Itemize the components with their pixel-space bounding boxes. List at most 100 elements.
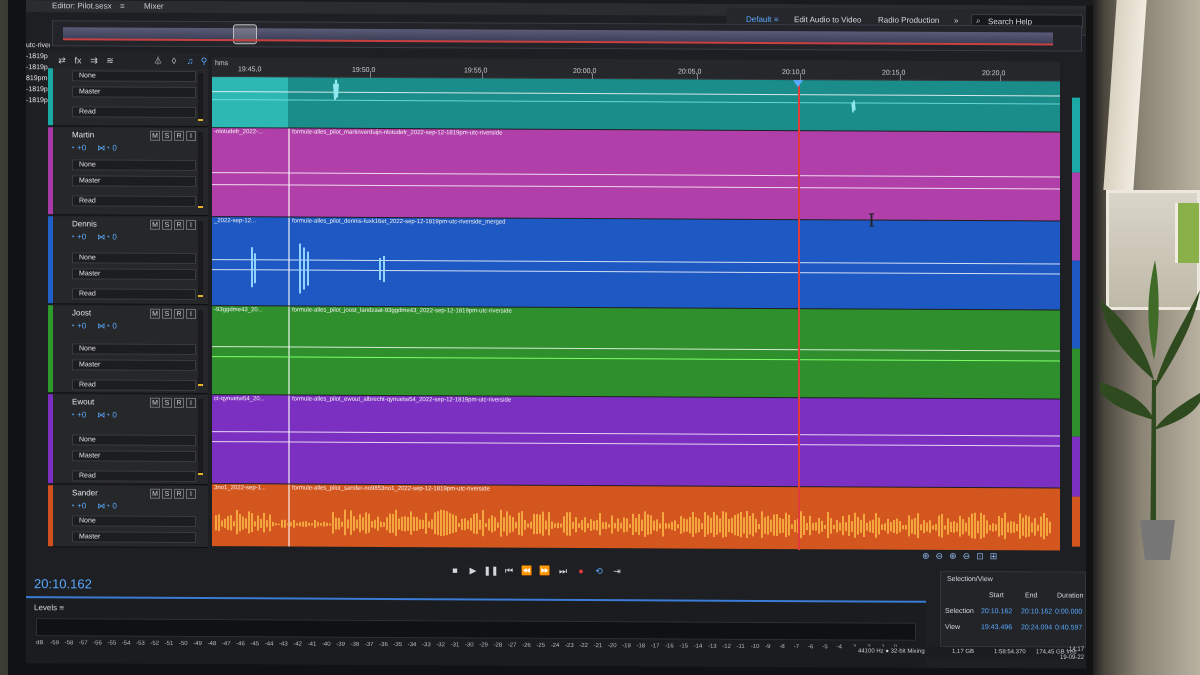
selection-start[interactable]: 20:10.162 xyxy=(981,608,1012,615)
record-arm-button[interactable]: R xyxy=(174,219,184,230)
solo-button[interactable]: S xyxy=(162,488,172,499)
zoom-full-icon[interactable]: ⊡ xyxy=(976,551,990,561)
input-monitor-button[interactable]: I xyxy=(186,308,196,319)
track-color-scroll[interactable] xyxy=(1072,97,1080,548)
track-header-joost[interactable]: Joost MSRI ◔ +0 ⋈◔ 0 None Master Read xyxy=(48,305,208,395)
volume-knob[interactable]: ◔ +0 ⋈◔ 0 xyxy=(70,232,117,241)
output-select[interactable]: Master xyxy=(72,359,196,371)
file-item[interactable]: -1819pm xyxy=(26,84,50,95)
go-to-start-icon[interactable]: ⏮ xyxy=(500,566,518,577)
file-item[interactable]: 819pm-u xyxy=(26,73,50,84)
track-lane-joost[interactable]: -93ggdme43_20... formule-alles_pilot_joo… xyxy=(212,306,1060,399)
metronome-icon[interactable]: ⏃ xyxy=(152,55,164,67)
session-overview[interactable] xyxy=(52,20,1082,52)
solo-button[interactable]: S xyxy=(162,308,172,319)
output-select[interactable]: Master xyxy=(72,86,196,98)
input-monitor-button[interactable]: I xyxy=(186,488,196,499)
effects-icon[interactable]: fx xyxy=(72,54,84,66)
zoom-out-amplitude-icon[interactable]: ⊖ xyxy=(936,551,950,561)
track-header-sander[interactable]: Sander MSRI ◔ +0 ⋈◔ 0 None Master xyxy=(48,485,208,549)
pause-icon[interactable]: ❚❚ xyxy=(482,565,500,576)
volume-knob[interactable]: ◔ +0 ⋈◔ 0 xyxy=(70,501,117,510)
mute-button[interactable]: M xyxy=(150,130,160,141)
solo-button[interactable]: S xyxy=(162,219,172,230)
track-header-dennis[interactable]: Dennis MSRI ◔ +0 ⋈◔ 0 None Master Read xyxy=(48,216,208,306)
go-to-end-icon[interactable]: ⏭ xyxy=(554,566,572,577)
view-duration[interactable]: 0:40.597 xyxy=(1055,624,1082,631)
track-name[interactable]: Ewout xyxy=(72,397,94,406)
zoom-in-amplitude-icon[interactable]: ⊕ xyxy=(922,551,936,561)
file-item[interactable]: -1819pm xyxy=(26,62,50,73)
track-header-1[interactable]: None Master Read xyxy=(48,68,208,128)
workspace-menu-icon[interactable]: ≡ xyxy=(774,15,779,24)
input-monitor-button[interactable]: I xyxy=(186,397,196,408)
mixer-tab[interactable]: Mixer xyxy=(144,2,164,11)
playhead[interactable] xyxy=(798,80,800,551)
track-header-martin[interactable]: Martin MSRI ◔ +0 ⋈◔ 0 None Master Read xyxy=(48,127,208,217)
track-name[interactable]: Sander xyxy=(72,488,98,497)
output-select[interactable]: Master xyxy=(72,175,196,187)
track-lane-ewout[interactable]: ct-qynuetw54_20... formule-alles_pilot_e… xyxy=(212,395,1060,488)
input-output-icon[interactable]: ⇄ xyxy=(56,54,68,66)
mute-button[interactable]: M xyxy=(150,397,160,408)
view-end[interactable]: 20:24.094 xyxy=(1021,624,1052,631)
zoom-selection-icon[interactable]: ⊞ xyxy=(990,551,1004,561)
play-icon[interactable]: ▶ xyxy=(464,565,482,576)
input-select[interactable]: None xyxy=(72,515,196,527)
file-item[interactable]: -1819pm xyxy=(26,95,50,106)
volume-envelope[interactable] xyxy=(212,346,1060,352)
output-select[interactable]: Master xyxy=(72,450,196,462)
rewind-icon[interactable]: ⏪ xyxy=(518,566,536,577)
workspace-tab-default[interactable]: Default xyxy=(746,15,771,24)
record-arm-button[interactable]: R xyxy=(174,488,184,499)
input-select[interactable]: None xyxy=(72,343,196,355)
automation-mode-select[interactable]: Read xyxy=(72,470,196,482)
hamburger-icon[interactable]: ≡ xyxy=(59,603,64,612)
hamburger-icon[interactable]: ≡ xyxy=(120,2,125,11)
stop-icon[interactable]: ■ xyxy=(446,565,464,575)
track-lane-martin[interactable]: -nlotudefr_2022-... formule-alles_pilot_… xyxy=(212,128,1060,221)
pan-envelope[interactable] xyxy=(212,184,1060,190)
pan-envelope[interactable] xyxy=(212,356,1060,362)
volume-knob[interactable]: ◔ +0 ⋈◔ 0 xyxy=(70,321,117,330)
eq-icon[interactable]: ≋ xyxy=(104,55,116,67)
volume-knob[interactable]: ◔ +0 ⋈◔ 0 xyxy=(70,410,117,419)
solo-button[interactable]: S xyxy=(162,397,172,408)
view-start[interactable]: 19:43.496 xyxy=(981,624,1012,631)
track-name[interactable]: Martin xyxy=(72,130,94,139)
zoom-in-time-icon[interactable]: ⊕ xyxy=(949,551,963,561)
sends-icon[interactable]: ⇉ xyxy=(88,54,100,66)
pin-icon[interactable]: ⚲ xyxy=(198,55,210,67)
mute-button[interactable]: M xyxy=(150,488,160,499)
track-header-ewout[interactable]: Ewout MSRI ◔ +0 ⋈◔ 0 None Master Read xyxy=(48,394,208,486)
volume-knob[interactable]: ◔ +0 ⋈◔ 0 xyxy=(70,143,117,152)
clip-boundary[interactable] xyxy=(288,395,290,484)
file-item[interactable]: utc-river xyxy=(26,40,50,51)
automation-mode-select[interactable]: Read xyxy=(72,288,196,300)
record-arm-button[interactable]: R xyxy=(174,397,184,408)
automation-mode-select[interactable]: Read xyxy=(72,379,196,391)
file-item[interactable]: -1819pm xyxy=(26,51,50,62)
track-name[interactable]: Joost xyxy=(72,308,91,317)
selection-end[interactable]: 20:10.162 xyxy=(1021,608,1052,615)
skip-icon[interactable]: ⇥ xyxy=(608,566,626,577)
track-lane-1[interactable] xyxy=(212,77,1060,132)
input-select[interactable]: None xyxy=(72,434,196,446)
playhead-handle[interactable] xyxy=(793,80,803,88)
record-arm-button[interactable]: R xyxy=(174,130,184,141)
solo-button[interactable]: S xyxy=(162,130,172,141)
double-chevron-icon[interactable]: » xyxy=(954,16,958,25)
selection-duration[interactable]: 0:00.000 xyxy=(1055,608,1082,615)
loop-icon[interactable]: ⟲ xyxy=(590,566,608,577)
zoom-out-time-icon[interactable]: ⊖ xyxy=(963,551,977,561)
mute-button[interactable]: M xyxy=(150,219,160,230)
editor-tab[interactable]: Editor: Pilot.sesx xyxy=(52,1,112,10)
workspace-tab-edit-audio-to-video[interactable]: Edit Audio to Video xyxy=(794,15,861,24)
input-select[interactable]: None xyxy=(72,159,196,171)
input-select[interactable]: None xyxy=(72,252,196,264)
fast-forward-icon[interactable]: ⏩ xyxy=(536,566,554,577)
current-time-display[interactable]: 20:10.162 xyxy=(34,576,92,591)
automation-mode-select[interactable]: Read xyxy=(72,106,196,118)
pan-envelope[interactable] xyxy=(212,441,1060,447)
headphones-icon[interactable]: ♫ xyxy=(184,55,196,67)
